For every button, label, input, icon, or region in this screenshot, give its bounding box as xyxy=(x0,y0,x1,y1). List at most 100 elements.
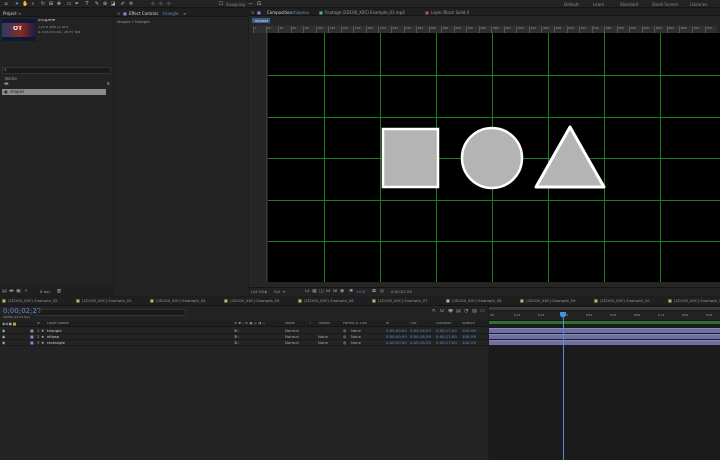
trkmat-dropdown[interactable]: None xyxy=(318,335,328,339)
pickwhip-icon[interactable]: ◎ xyxy=(343,335,346,339)
col-number[interactable]: # xyxy=(37,322,40,326)
label-color-icon[interactable]: ■ xyxy=(30,329,34,333)
adjust-icon[interactable]: ✧ xyxy=(24,289,28,294)
layer-bar-rectangle[interactable] xyxy=(489,340,720,345)
timeline-search-input[interactable]: ⌕ xyxy=(36,309,186,316)
resolution-dropdown[interactable]: Full xyxy=(274,290,281,294)
close-icon[interactable]: × xyxy=(117,11,120,16)
timeline-tab[interactable]: (2D100_X0C) Example_11 xyxy=(674,299,720,303)
camera-tool-icon[interactable]: ⊞ xyxy=(48,1,54,7)
timeline-tab[interactable]: (2D100_X0C) Example_03 xyxy=(82,299,132,303)
layer-name[interactable]: triangle xyxy=(47,329,62,333)
flowchart-icon[interactable]: ⋔ xyxy=(106,82,110,87)
project-search-input[interactable]: ⌕ xyxy=(2,67,111,74)
workspace-small-screen[interactable]: Small Screen xyxy=(652,2,678,7)
parent-dropdown[interactable]: None xyxy=(351,335,361,339)
col-switches[interactable]: ✲ ✱ \ fx ▣ ◎ ◑ ⬡ xyxy=(234,322,265,326)
parent-dropdown[interactable]: None xyxy=(351,329,361,333)
folder-icon[interactable]: ▬ xyxy=(4,82,9,87)
composition-canvas[interactable] xyxy=(268,33,720,282)
layer-name[interactable]: rectangle xyxy=(47,341,65,345)
chevron-down-icon[interactable]: ▾ xyxy=(265,290,267,294)
close-icon[interactable]: × xyxy=(251,10,254,15)
timeline-tab[interactable]: (2D100_X0C) Example_08 xyxy=(452,299,502,303)
puppet-tool-icon[interactable]: ✲ xyxy=(128,1,134,7)
out-time[interactable]: 0;00;16;29 xyxy=(410,329,431,333)
tab-composition[interactable]: Composition xyxy=(267,10,292,15)
world-axis-icon[interactable]: ⊹ xyxy=(158,1,164,7)
in-time[interactable]: 0;00;00;00 xyxy=(386,329,407,333)
panel-menu-icon[interactable]: ≡ xyxy=(306,10,309,15)
ellipse-shape[interactable] xyxy=(460,126,524,190)
in-time[interactable]: 0;00;00;00 xyxy=(386,341,407,345)
layer-bar-ellipse[interactable] xyxy=(489,334,720,339)
list-item[interactable]: ▣ shapes xyxy=(2,89,106,95)
mode-dropdown[interactable]: Normal xyxy=(285,335,299,339)
timeline-tab[interactable]: (2D100_X0C) Example_04 xyxy=(156,299,206,303)
out-time[interactable]: 0;00;16;29 xyxy=(410,335,431,339)
col-parent[interactable]: Parent & Link xyxy=(343,322,367,326)
magnification-dropdown[interactable]: (44.5%) xyxy=(251,290,266,294)
grid-guides-icon[interactable]: ⊞ xyxy=(333,289,337,294)
graph-editor-icon[interactable]: ▨ xyxy=(472,309,477,314)
col-in[interactable]: In xyxy=(386,322,389,326)
composition-link[interactable]: shapes xyxy=(292,10,306,15)
col-stretch[interactable]: Stretch xyxy=(462,322,475,326)
tab-project[interactable]: Project xyxy=(3,11,17,16)
bpc-label[interactable]: 8 bpc xyxy=(40,290,51,294)
triangle-shape[interactable] xyxy=(534,125,606,189)
home-icon[interactable]: ⌂ xyxy=(3,1,9,7)
panel-menu-icon[interactable]: ≡ xyxy=(183,11,186,16)
comp-mini-flowchart-icon[interactable]: ⇱ xyxy=(432,309,436,314)
duration-time[interactable]: 0;00;17;00 xyxy=(436,335,457,339)
visibility-icon[interactable]: ◉ xyxy=(2,335,5,339)
rectangle-tool-icon[interactable]: ▭ xyxy=(66,1,72,7)
brush-tool-icon[interactable]: ✎ xyxy=(94,1,100,7)
col-duration[interactable]: Duration xyxy=(436,322,452,326)
timeline-tab[interactable]: (2D100_X0C) Example_10 xyxy=(600,299,650,303)
pan-behind-tool-icon[interactable]: ✥ xyxy=(56,1,62,7)
viewer-timecode[interactable]: 0;00;02;29 xyxy=(391,290,412,294)
comp-flow-tab[interactable]: shapes xyxy=(252,18,270,23)
timeline-graph[interactable]: 0s01s02s03s04s05s06s07s08s09s xyxy=(489,306,720,460)
workspace-standard[interactable]: Standard xyxy=(620,2,638,7)
frame-blending-icon[interactable]: ▤ xyxy=(456,309,461,314)
snap-option-icon-2[interactable]: ⊡ xyxy=(256,1,262,7)
duration-time[interactable]: 0;00;17;00 xyxy=(436,341,457,345)
motion-blur-icon[interactable]: ◔ xyxy=(464,309,468,314)
eraser-tool-icon[interactable]: ◪ xyxy=(110,1,116,7)
graph-editor-icon-2[interactable]: ▭ xyxy=(480,309,485,314)
shy-layers-icon[interactable]: ☻ xyxy=(448,309,453,314)
workspace-default[interactable]: Default xyxy=(564,2,579,7)
snap-option-icon[interactable]: ⌐ xyxy=(248,1,254,7)
av-switches-icon[interactable]: ◉◈●🔒 xyxy=(2,322,17,326)
stretch-value[interactable]: 100.0% xyxy=(462,329,476,333)
timeline-tab[interactable]: (2D100_X0C) Example_05 xyxy=(230,299,280,303)
pickwhip-icon[interactable]: ◎ xyxy=(343,341,346,345)
stretch-value[interactable]: 100.0% xyxy=(462,341,476,345)
pickwhip-icon[interactable]: ◎ xyxy=(343,329,346,333)
timeline-tab[interactable]: (2D100_X0C) Example_07 xyxy=(378,299,428,303)
col-mode[interactable]: Mode xyxy=(285,322,295,326)
time-ruler[interactable]: 0s01s02s03s04s05s06s07s08s09s xyxy=(489,311,720,321)
snapping-checkbox[interactable]: ☐ xyxy=(218,1,224,7)
col-out[interactable]: Out xyxy=(410,322,417,326)
timeline-tab[interactable]: (2D100_X0C) Example_06 xyxy=(304,299,354,303)
mode-dropdown[interactable]: Normal xyxy=(285,329,299,333)
col-name-header[interactable]: Name xyxy=(5,77,17,81)
chevron-down-icon[interactable]: ▾ xyxy=(283,290,285,294)
visibility-icon[interactable]: ◉ xyxy=(2,341,5,345)
work-area-bar[interactable] xyxy=(489,307,720,310)
timeline-tab[interactable]: (2D100_X0C) Example_02 xyxy=(8,299,58,303)
parent-dropdown[interactable]: None xyxy=(351,341,361,345)
workspace-learn[interactable]: Learn xyxy=(593,2,604,7)
tab-footage[interactable]: Footage (2D100_X0C) Example_01.mp4 xyxy=(325,10,405,15)
trkmat-dropdown[interactable]: None xyxy=(318,341,328,345)
out-time[interactable]: 0;00;16;29 xyxy=(410,341,431,345)
rectangle-shape[interactable] xyxy=(381,127,440,189)
col-t[interactable]: T xyxy=(309,322,311,326)
mode-dropdown[interactable]: Normal xyxy=(285,341,299,345)
channel-icon[interactable]: ◉ xyxy=(340,289,344,294)
duration-time[interactable]: 0;00;17;00 xyxy=(436,329,457,333)
exposure-value[interactable]: +0.0 xyxy=(356,290,365,294)
